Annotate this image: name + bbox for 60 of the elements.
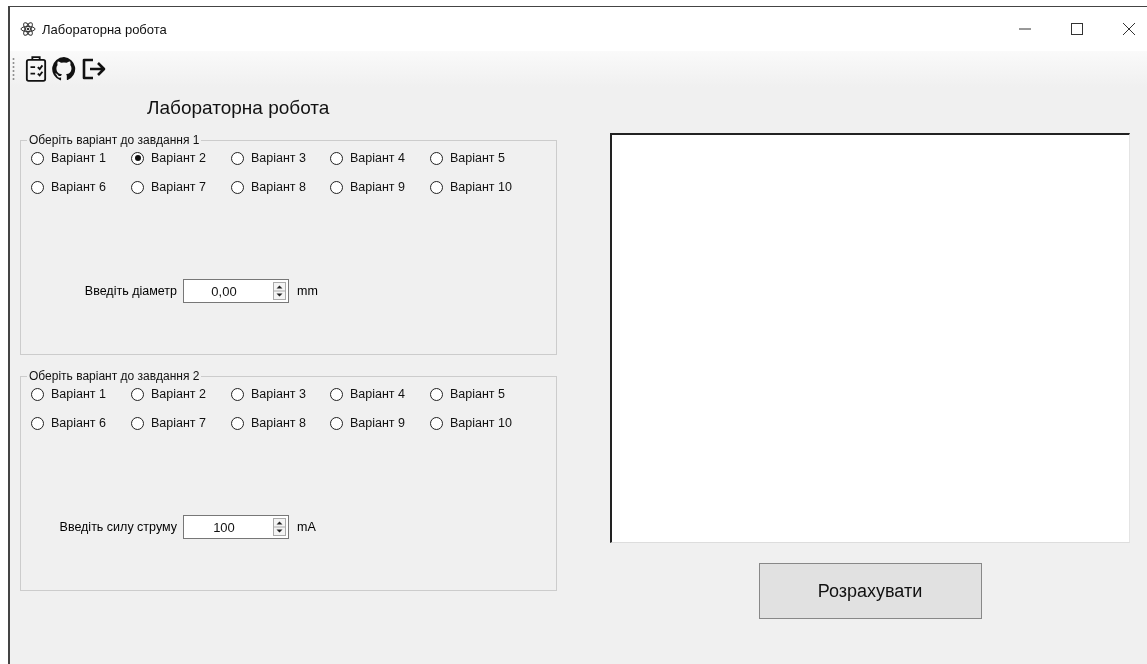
toolbar-grip[interactable] — [12, 57, 15, 81]
radio-circle[interactable] — [330, 416, 343, 430]
input-label: Введіть діаметр — [83, 284, 177, 298]
calculate-button[interactable]: Розрахувати — [758, 563, 982, 619]
radio-button[interactable]: Варіант 8 — [231, 416, 330, 430]
logout-icon[interactable] — [81, 57, 107, 81]
radio-button[interactable]: Варіант 8 — [231, 180, 330, 194]
number-field[interactable]: 0,00 — [183, 279, 289, 303]
window-title: Лабораторна робота — [42, 21, 167, 37]
radio-circle[interactable] — [430, 151, 443, 165]
radio-circle[interactable] — [131, 387, 144, 401]
radio-button[interactable]: Варіант 3 — [231, 151, 330, 165]
close-icon[interactable] — [1123, 23, 1135, 35]
radio-circle[interactable] — [330, 180, 343, 194]
radio-button[interactable]: Варіант 10 — [430, 180, 530, 194]
radio-circle[interactable] — [31, 416, 44, 430]
radio-button[interactable]: Варіант 1 — [31, 151, 131, 165]
unit-label: mA — [297, 520, 316, 534]
radio-circle[interactable] — [131, 180, 144, 194]
radio-button[interactable]: Варіант 6 — [31, 416, 131, 430]
radio-button[interactable]: Варіант 1 — [31, 387, 131, 401]
radio-circle[interactable] — [231, 151, 244, 165]
radio-circle[interactable] — [131, 416, 144, 430]
cat-icon[interactable] — [51, 56, 77, 82]
group-title: Оберіть варіант до завдання 1 — [28, 133, 201, 147]
radio-button[interactable]: Варіант 5 — [430, 151, 530, 165]
radio-button[interactable]: Варіант 3 — [231, 387, 330, 401]
spin-buttons[interactable] — [273, 282, 286, 300]
radio-circle[interactable] — [231, 416, 244, 430]
input-label: Введіть силу струму — [58, 520, 177, 534]
radio-circle[interactable] — [31, 151, 44, 165]
radio-button[interactable]: Варіант 7 — [131, 180, 231, 194]
radio-button[interactable]: Варіант 10 — [430, 416, 530, 430]
radio-circle[interactable] — [430, 180, 443, 194]
radio-button[interactable]: Варіант 9 — [330, 180, 430, 194]
radio-button[interactable]: Варіант 4 — [330, 151, 430, 165]
radio-button[interactable]: Варіант 2 — [131, 151, 231, 165]
radio-button[interactable]: Варіант 7 — [131, 416, 231, 430]
radio-circle[interactable] — [131, 151, 144, 165]
radio-circle[interactable] — [330, 387, 343, 401]
radio-circle[interactable] — [231, 180, 244, 194]
radio-button[interactable]: Варіант 2 — [131, 387, 231, 401]
unit-label: mm — [297, 284, 318, 298]
atom-icon — [20, 21, 36, 37]
page-heading: Лабораторна робота — [146, 96, 331, 120]
radio-circle[interactable] — [31, 387, 44, 401]
radio-button[interactable]: Варіант 6 — [31, 180, 131, 194]
radio-circle[interactable] — [330, 151, 343, 165]
spin-buttons[interactable] — [273, 518, 286, 536]
radio-circle[interactable] — [231, 387, 244, 401]
group-title: Оберіть варіант до завдання 2 — [28, 369, 201, 383]
radio-button[interactable]: Варіант 5 — [430, 387, 530, 401]
radio-circle[interactable] — [31, 180, 44, 194]
radio-circle[interactable] — [430, 416, 443, 430]
number-field[interactable]: 100 — [183, 515, 289, 539]
maximize-icon[interactable] — [1071, 23, 1083, 35]
checklist-icon[interactable] — [25, 55, 47, 83]
radio-button[interactable]: Варіант 4 — [330, 387, 430, 401]
radio-circle[interactable] — [430, 387, 443, 401]
radio-button[interactable]: Варіант 9 — [330, 416, 430, 430]
